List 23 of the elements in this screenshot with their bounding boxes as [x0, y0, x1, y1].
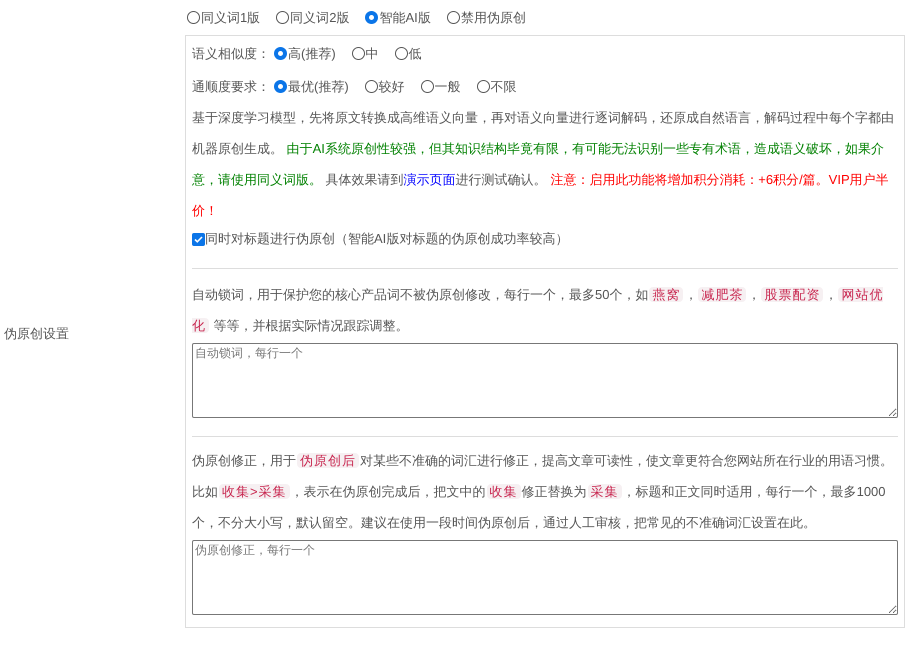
corrections-description: 伪原创修正，用于 伪原创后 对某些不准确的词汇进行修正，提高文章可读性，使文章更符合您网站所在行业的用语习惯。比如 收集>采集 ，表示在伪原创完成后，把文中的 收集 修正替换为 采集 ，标题和正文同时适用，每行一个，最多1000个，不分大小写，默认留空。建议在使用一段时间伪原创后，通过人工审核，把常见的不准确词汇设置在此。 — [192, 452, 894, 532]
radio-option[interactable]: 一般 — [420, 76, 461, 96]
section-label: 伪原创设置 — [4, 325, 69, 344]
radio-option[interactable]: 最优(推荐) — [274, 76, 349, 96]
title-option[interactable]: 同时对标题进行伪原创（智能AI版对标题的伪原创成功率较高） — [192, 226, 898, 252]
lock-words-field[interactable]: 自动锁词，每行一个 — [192, 343, 898, 418]
radio-option[interactable]: 同义词2版 — [276, 8, 350, 28]
corrections-field[interactable]: 伪原创修正，每行一个 — [192, 540, 898, 615]
option-label: 语义相似度： — [192, 44, 270, 63]
ai-description: 基于深度学习模型，先将原文转换成高维语义向量，再对语义向量进行逐词解码，还原成自然语言，解码过程中每个字都由机器原创生成。 由于AI系统原创性较强，但其知识结构毕竟有限，有可能无法识别一些专有术语，造成语义破坏，如果介意，请使用同义词版。 具体效果请到演示页面进行测试确认。 注意：启用此功能将增加积分消耗：+6积分/篇。VIP用户半价！ — [192, 109, 895, 220]
checkbox[interactable] — [192, 232, 205, 246]
lock-words-description: 自动锁词，用于保护您的核心产品词不被伪原创修改，每行一个，最多50个，如 燕窝 ， 减肥茶 ， 股票配资 ， 网站优化 等等，并根据实际情况跟踪调整。 — [192, 286, 884, 335]
radio-option[interactable]: 低 — [394, 44, 422, 64]
radio-option[interactable]: 高(推荐) — [274, 44, 336, 64]
radio-option[interactable]: 同义词1版 — [187, 8, 260, 28]
radio-option[interactable]: 智能AI版 — [365, 8, 431, 28]
radio-option[interactable]: 禁用伪原创 — [446, 8, 526, 28]
radio-option[interactable]: 较好 — [364, 76, 405, 96]
radio-option[interactable]: 不限 — [476, 76, 517, 96]
demo-link[interactable]: 演示页面 — [404, 172, 456, 187]
checkmark-icon — [194, 234, 203, 244]
radio-option[interactable]: 中 — [352, 44, 379, 64]
option-label: 通顺度要求： — [192, 78, 270, 96]
